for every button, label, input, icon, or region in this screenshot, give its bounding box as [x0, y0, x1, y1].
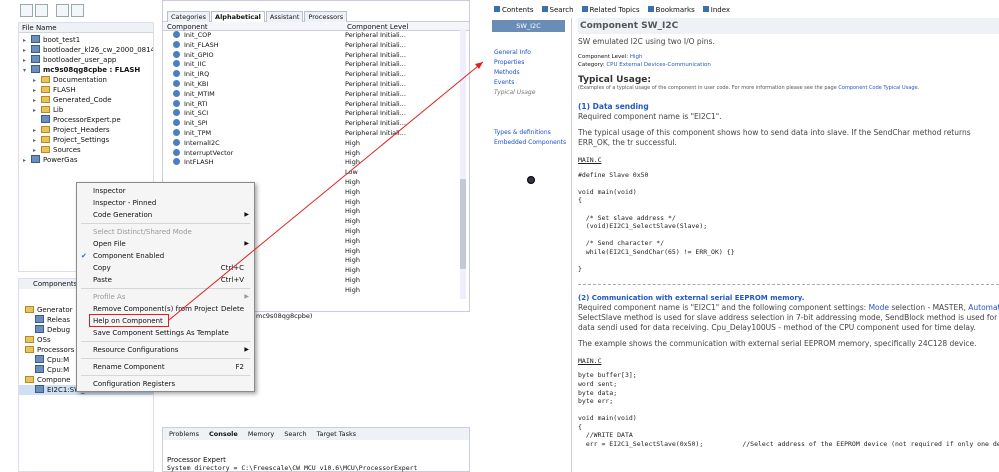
- annotation-arrow: [168, 61, 484, 321]
